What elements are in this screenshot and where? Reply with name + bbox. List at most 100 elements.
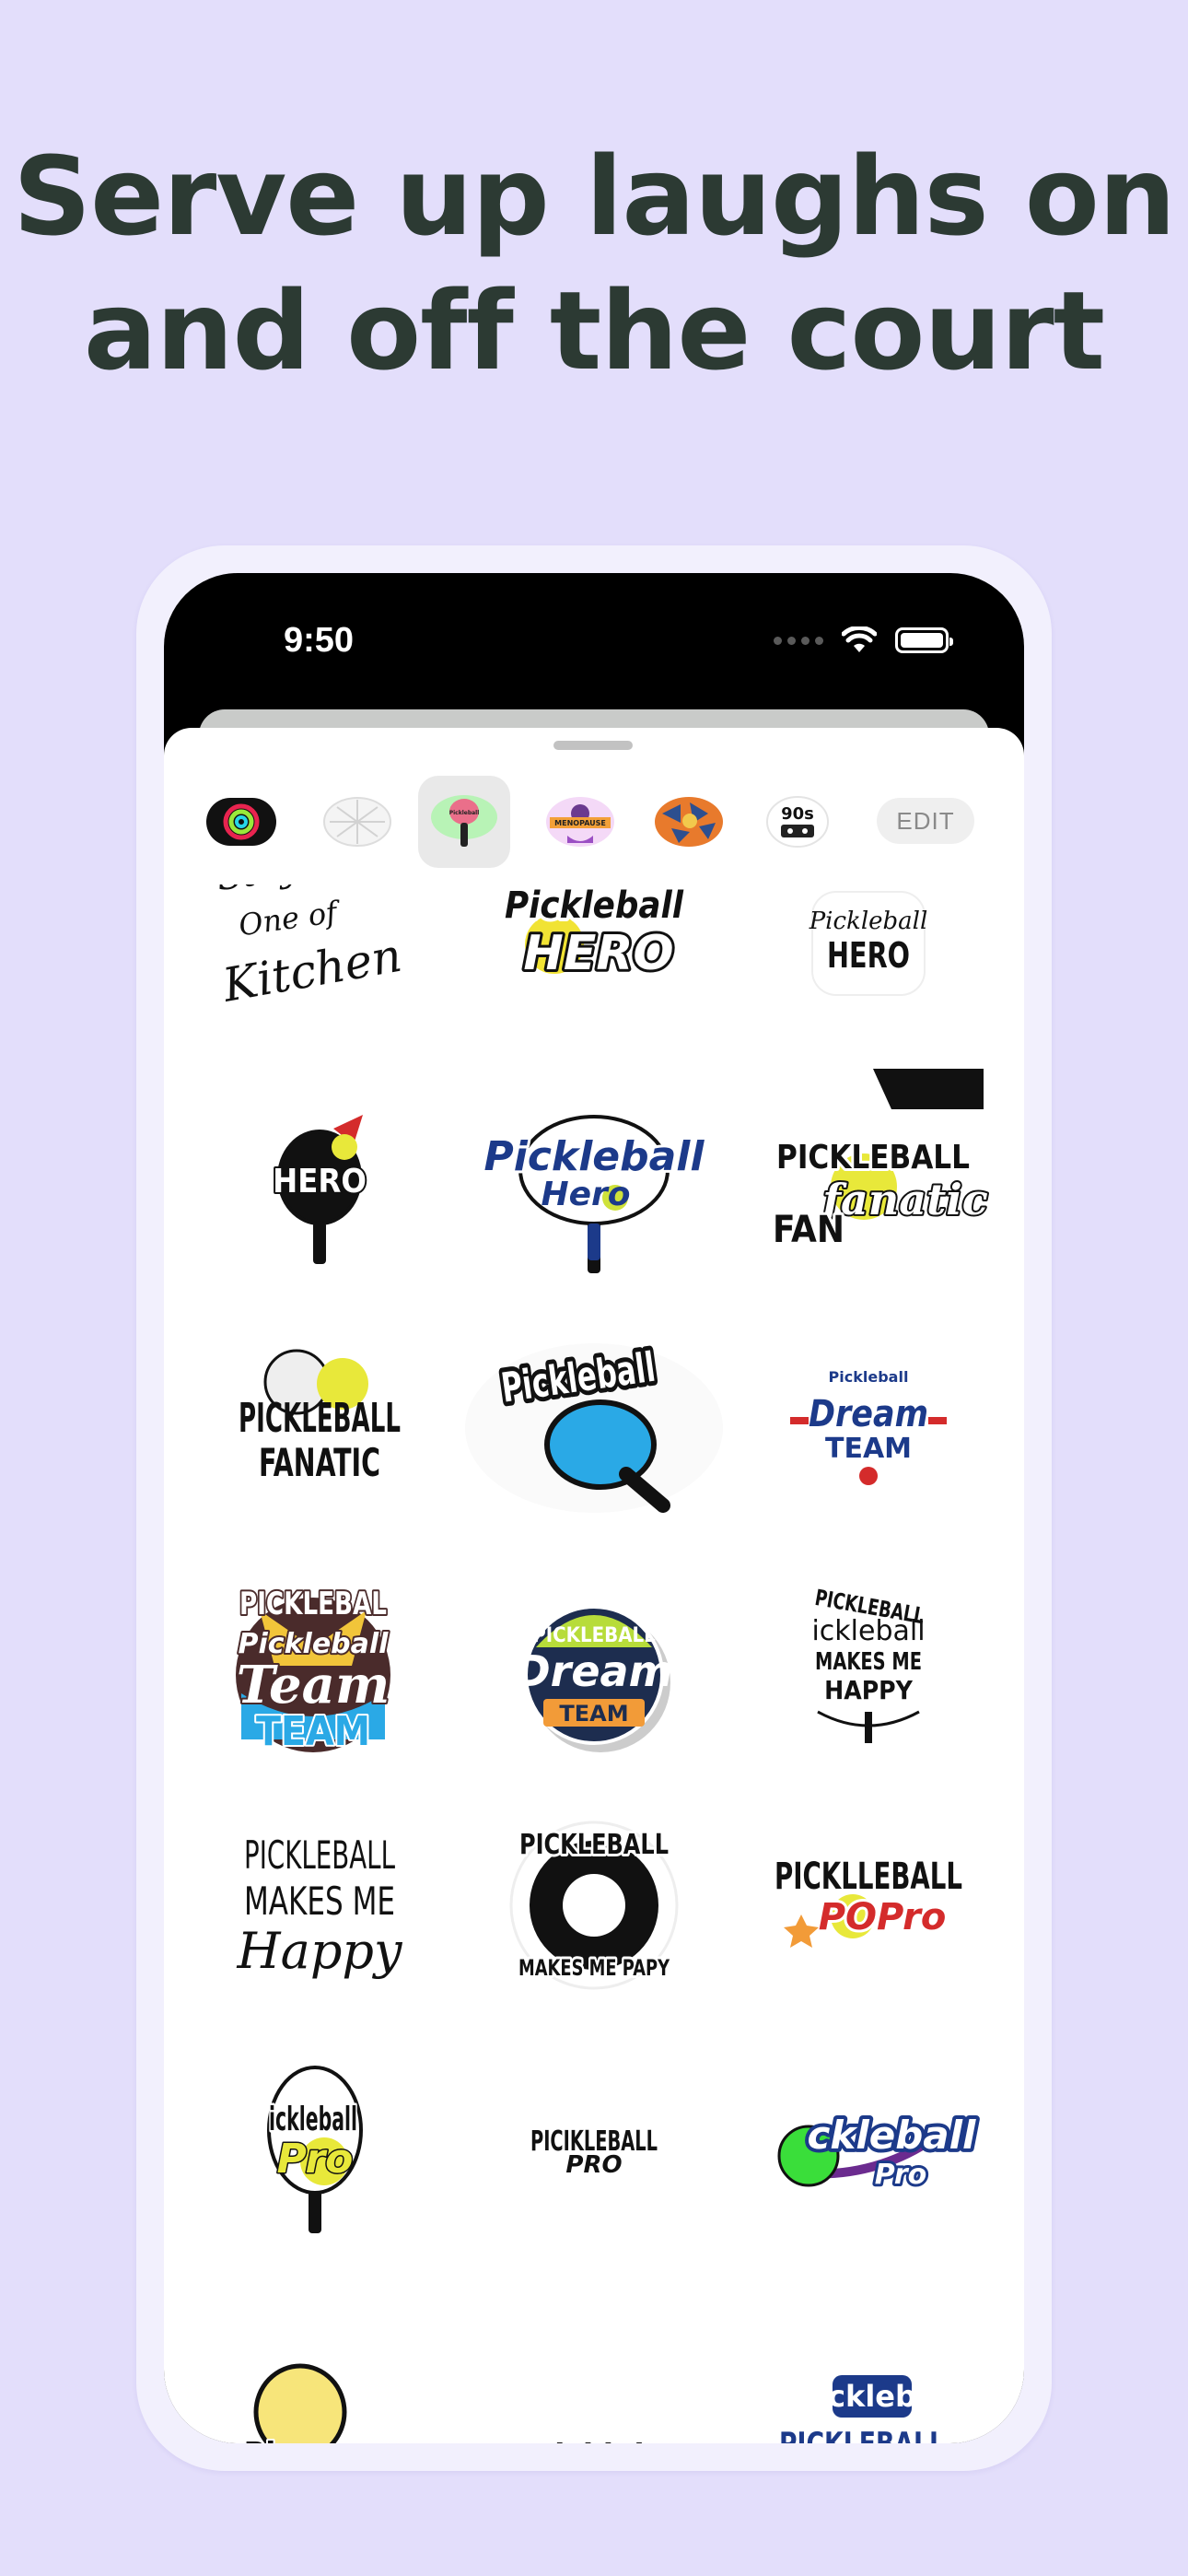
sticker-image: PICKLLEBALLPOPro: [772, 1853, 965, 1948]
sticker-image: PICKLEBALPickleballTeamTEAM: [235, 1584, 391, 1757]
sticker-text: One of: [237, 894, 344, 943]
sticker-item[interactable]: Pickleball HERO: [479, 884, 709, 1041]
sticker-text: MAKES ME PAPY: [518, 1955, 670, 1981]
sticker-sheet: Pickleball MENOPAUSE 90s EDIT One of Kit…: [164, 728, 1024, 2443]
sticker-image: PICKLEBALLDream TEAM: [515, 1605, 673, 1752]
cassette-90s-icon: 90s: [766, 796, 829, 848]
sticker-image: PICKLEBALLickleballMAKES MEHAPPY: [811, 1585, 926, 1743]
sticker-item[interactable]: Pickleball Dream TEAM: [753, 1336, 984, 1520]
sticker-item[interactable]: Pickleball Hero: [479, 1096, 709, 1281]
status-time: 9:50: [284, 621, 355, 660]
sticker-item[interactable]: ickleball Pro: [204, 2053, 435, 2237]
sticker-text: FANATIC: [259, 1440, 380, 1485]
sticker-item[interactable]: PICKLEBALL Dream TEAM: [479, 1574, 709, 1758]
sticker-text: HERO: [273, 1163, 367, 1200]
sticker-image: PickleballHERO: [809, 891, 928, 996]
status-icons: [774, 626, 953, 654]
sticker-text: PICKLLEBALL: [775, 1856, 962, 1898]
sticker-image: StayOne ofKitchen: [214, 884, 405, 1013]
pack-menopause[interactable]: MENOPAUSE: [534, 776, 626, 868]
phone-screen: 9:50 Pickleball MENOPAUSE 90s EDIT One o…: [164, 573, 1024, 2443]
pack-pickleball[interactable]: Pickleball: [418, 776, 510, 868]
sticker-text: PICKLEBAL: [239, 1586, 387, 1622]
menopause-sticker-icon: MENOPAUSE: [546, 797, 614, 847]
sticker-text: ckleball: [808, 2113, 977, 2158]
sticker-text: Pi: [244, 2436, 276, 2443]
sticker-item[interactable]: Pi: [204, 2290, 435, 2443]
sticker-text: PICKLEBALL: [519, 1829, 669, 1861]
sticker-image: Pi: [242, 2363, 347, 2443]
sticker-text: Team: [237, 1655, 390, 1715]
sticker-item[interactable]: PICKLEBALL fanatic FAN: [753, 1069, 990, 1281]
sticker-text: ckleb: [828, 2379, 916, 2414]
headline-line-1: Serve up laughs on: [13, 133, 1176, 260]
sticker-text: ickleball: [269, 2101, 357, 2138]
sticker-image: ickleballPro: [267, 2066, 363, 2233]
sticker-image: PickleballHERO: [501, 884, 688, 984]
sticker-item[interactable]: StayOne ofKitchen: [204, 884, 435, 1041]
headline: Serve up laughs on and off the court: [0, 129, 1188, 398]
sticker-text: PICKLEBALL: [532, 1624, 656, 1647]
sticker-text: POPro: [819, 1896, 947, 1938]
sticker-image: ckleb PICKLEBALL: [779, 2375, 945, 2443]
sticker-item[interactable]: ckleball Pro: [753, 2053, 984, 2237]
sticker-item[interactable]: PICKLEBALL FANATIC: [204, 1336, 435, 1520]
sticker-item[interactable]: PICKLLEBALL POPro: [753, 1813, 984, 1997]
sticker-text: TEAM: [825, 1433, 912, 1465]
sticker-text: HERO: [827, 935, 910, 976]
sticker-text: PRO: [565, 2151, 622, 2179]
sticker-text: ickleball: [811, 1615, 925, 1647]
pack-90s[interactable]: 90s: [751, 776, 844, 868]
sticker-image: PICKLEBALLfanaticFAN: [770, 1069, 990, 1254]
sticker-text: Pickleball: [484, 1133, 705, 1180]
svg-text:Pickleball: Pickleball: [449, 810, 480, 816]
sticker-item[interactable]: PICKLEBALL ickleball MAKES ME HAPPY: [753, 1574, 984, 1758]
sticker-text: HERO: [523, 926, 673, 981]
pack-grid[interactable]: [311, 776, 403, 868]
sticker-item[interactable]: Pickleball HERO: [753, 884, 984, 1041]
sticker-grid: StayOne ofKitchenPickleballHEROPicklebal…: [164, 884, 1024, 2443]
sticker-item[interactable]: PICKLEBALL MAKES ME PAPY: [479, 1813, 709, 1997]
svg-text:MENOPAUSE: MENOPAUSE: [554, 819, 606, 827]
sticker-image: PICIKLEBALLPRO: [530, 2125, 658, 2179]
sticker-item[interactable]: ckleb PICKLEBALL: [753, 2290, 984, 2443]
sticker-text: Pickleb: [532, 2438, 656, 2443]
sticker-text: TEAM: [256, 1708, 370, 1755]
sticker-text: HAPPY: [824, 1675, 913, 1705]
sticker-text: PICKLEBALL: [244, 1832, 395, 1878]
sticker-item[interactable]: Pickleball: [465, 1336, 723, 1520]
sticker-item[interactable]: PICIKLEBALL PRO: [479, 2053, 709, 2237]
sticker-text: PICKLEBALL: [779, 2426, 945, 2443]
sticker-image: Pickleb: [532, 2438, 656, 2443]
sticker-item[interactable]: Pickleb: [479, 2290, 709, 2443]
pattern-sticker-icon: [655, 797, 723, 847]
sticker-image: HERO: [271, 1115, 368, 1264]
sticker-text: Pickleball: [809, 907, 928, 935]
sticker-text: PICKLEBALL: [776, 1139, 970, 1177]
sticker-text: TEAM: [559, 1701, 628, 1727]
sheet-grabber[interactable]: [553, 741, 633, 750]
sticker-text: Pickleball: [505, 884, 684, 927]
battery-icon: [895, 627, 953, 653]
sticker-text: FAN: [773, 1209, 844, 1251]
sticker-image: PICKLEBALL MAKES ME PAPY: [509, 1821, 679, 1990]
pack-pattern[interactable]: [643, 776, 735, 868]
sticker-text: Stay: [214, 884, 303, 899]
sticker-text: Pro: [875, 2159, 926, 2191]
sticker-image: PICKLEBALLFANATIC: [239, 1349, 401, 1485]
sticker-item[interactable]: PICKLEBALL MAKES ME Happy: [204, 1813, 435, 1997]
sticker-text: Hero: [541, 1176, 630, 1213]
pickleball-paddle-icon: Pickleball: [431, 795, 497, 847]
sticker-item[interactable]: HERO: [204, 1096, 435, 1281]
sticker-text: fanatic: [820, 1175, 988, 1224]
sticker-item[interactable]: PICKLEBAL Pickleball Team TEAM: [204, 1574, 435, 1758]
sticker-text: Pro: [277, 2136, 354, 2183]
sticker-image: ckleballPro: [777, 2109, 980, 2194]
pack-activity[interactable]: [195, 776, 287, 868]
sticker-image: Pickleball DreamTEAM: [790, 1368, 947, 1485]
edit-button[interactable]: EDIT: [877, 798, 974, 844]
sticker-image: PICKLEBALLMAKES MEHappy: [237, 1832, 403, 1980]
sticker-text: MAKES ME: [244, 1879, 395, 1924]
sticker-text: Dream: [809, 1393, 928, 1435]
sticker-text: PICKLEBALL: [239, 1395, 401, 1442]
